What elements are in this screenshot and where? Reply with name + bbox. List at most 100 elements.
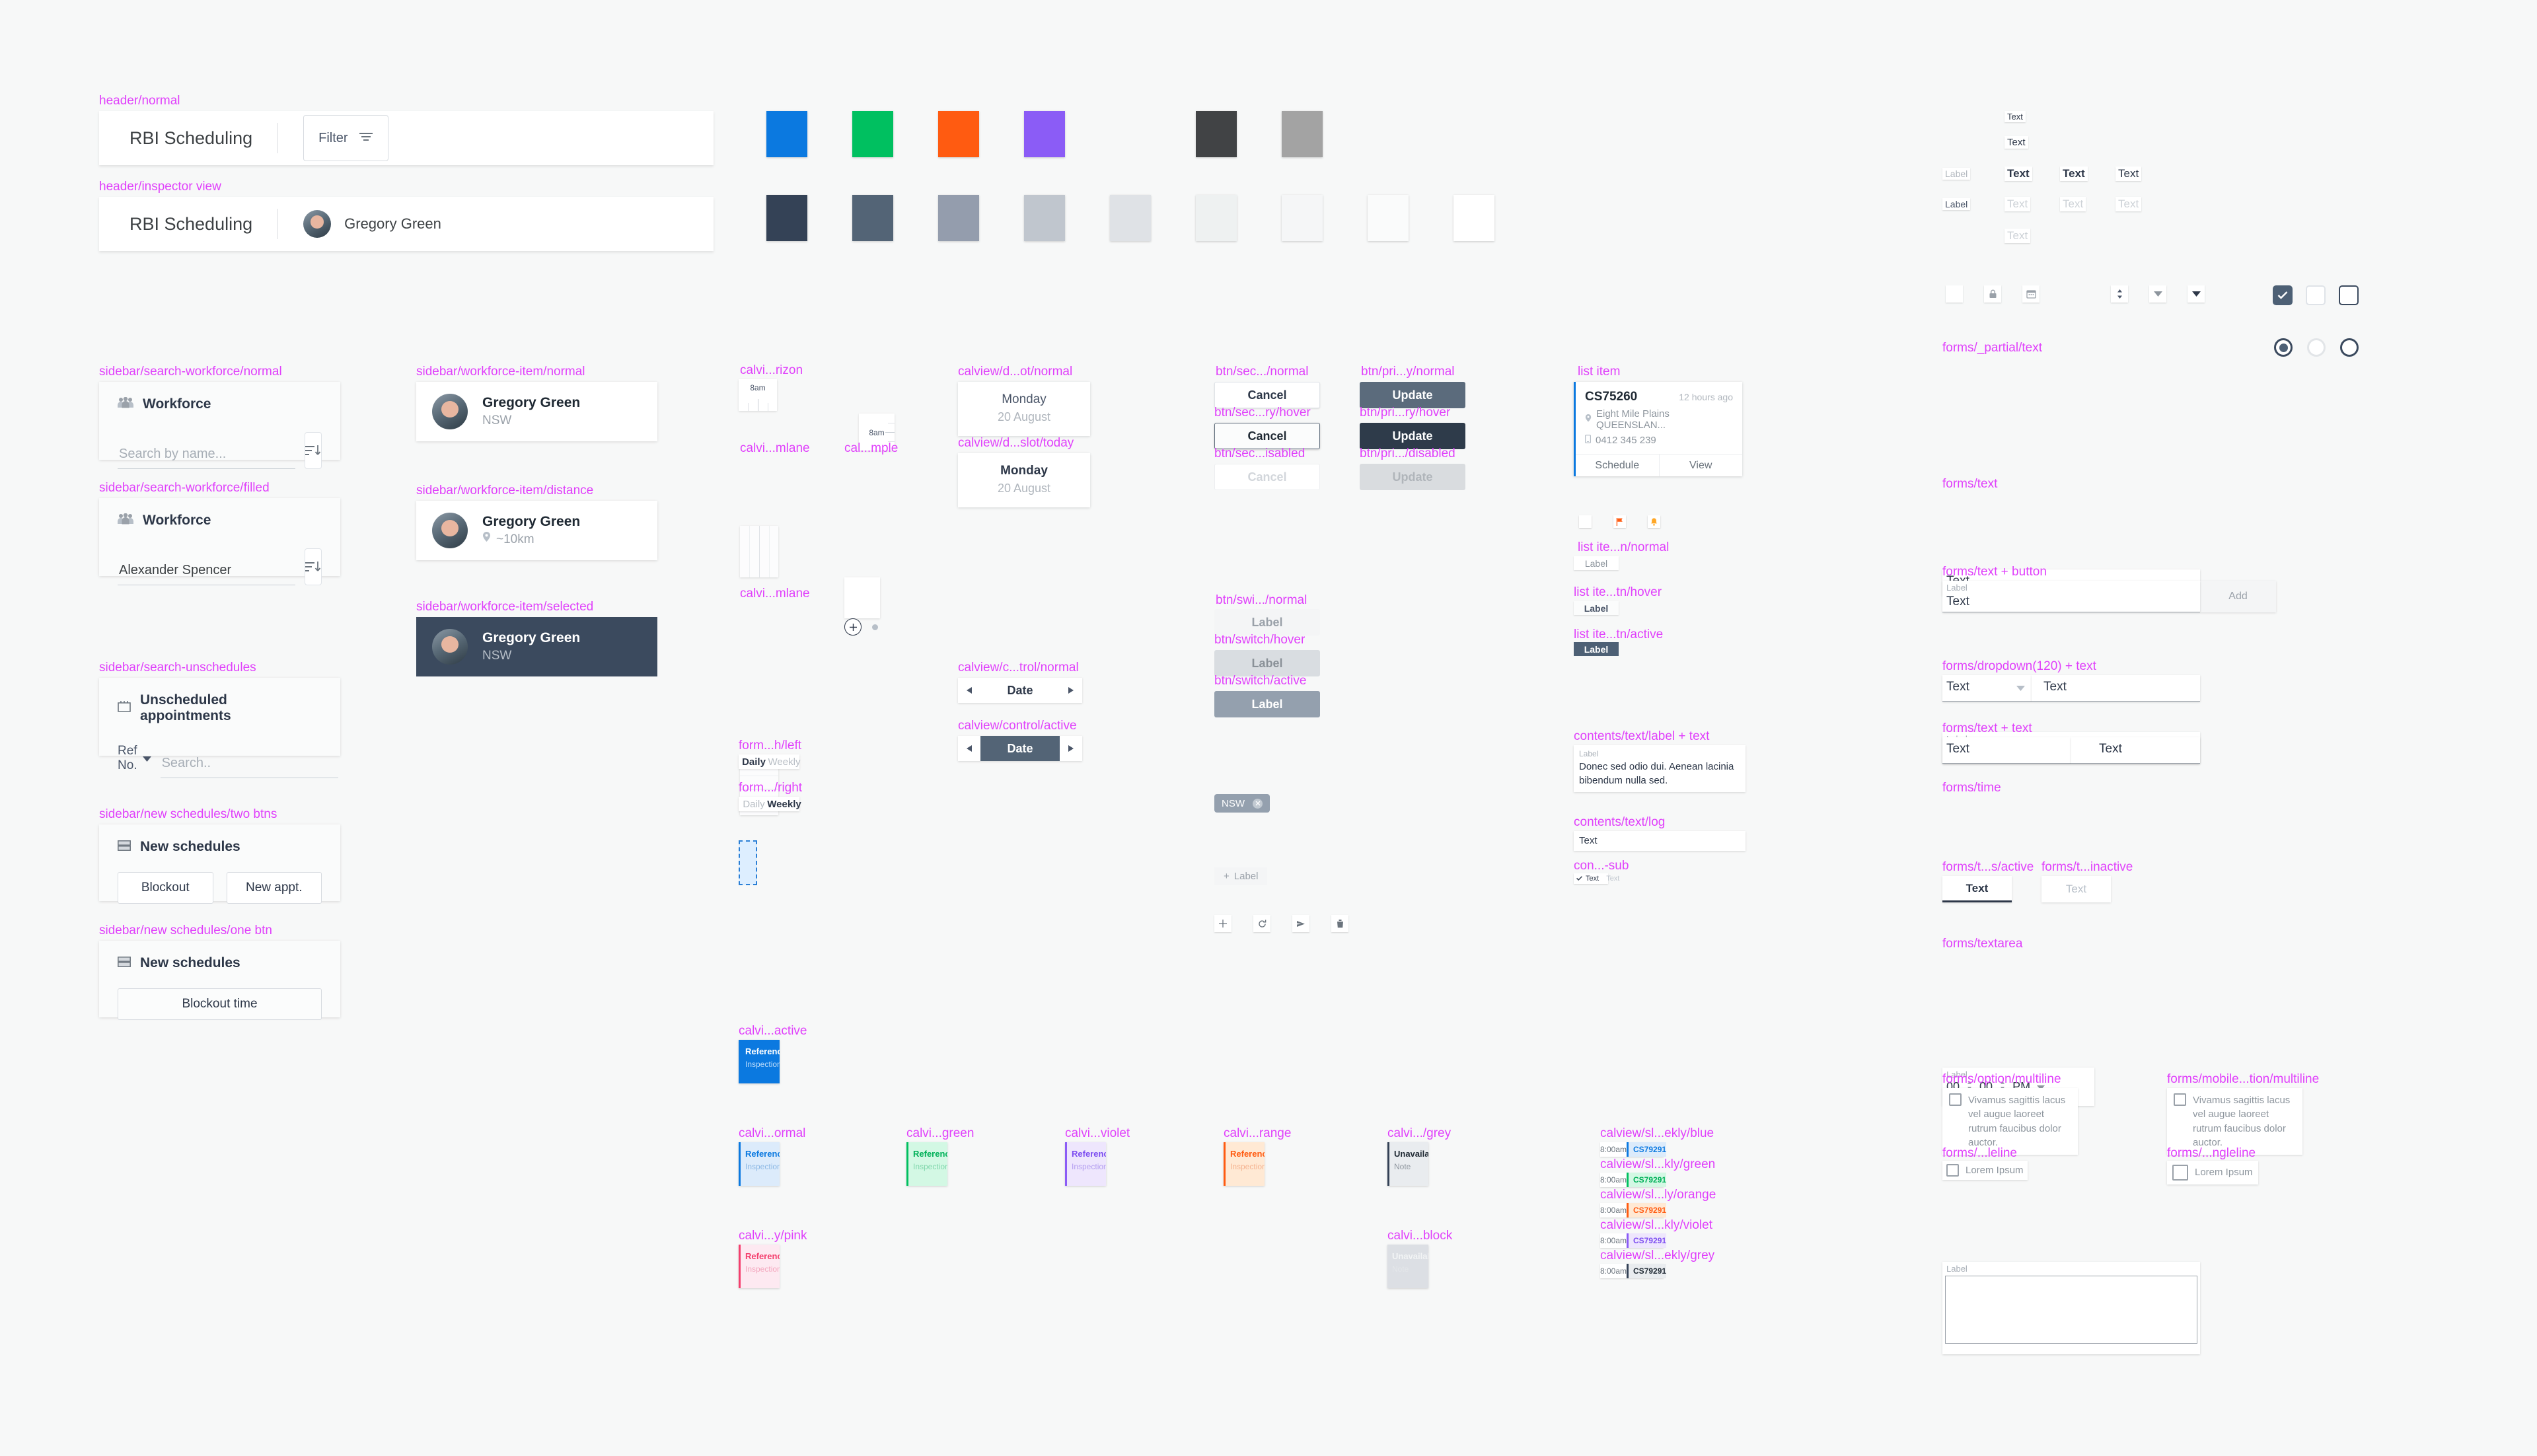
blockout-button[interactable]: Blockout	[118, 872, 213, 904]
sort-button[interactable]	[305, 432, 322, 469]
type-text-disabled-3: Text	[2115, 197, 2142, 211]
forms-dropdown-sibling-text[interactable]: Text	[2032, 675, 2200, 702]
radio-focused[interactable]	[2340, 338, 2359, 357]
weekly-slot-green[interactable]: 8:00am CS79291	[1600, 1173, 1667, 1187]
workforce-item-normal[interactable]: Gregory Green NSW	[416, 382, 657, 441]
toggle-weekly[interactable]: Weekly	[767, 797, 801, 811]
cal-event-violet[interactable]: Reference Inspection ty	[1065, 1142, 1106, 1186]
next-button[interactable]	[1060, 736, 1082, 761]
workforce-item-selected[interactable]: Gregory Green NSW	[416, 617, 657, 676]
blank-square-button[interactable]	[1946, 285, 1963, 303]
header-inspector-layer-label: header/inspector view	[99, 180, 221, 194]
update-button-normal[interactable]: Update	[1360, 382, 1465, 408]
forms-tab-inactive[interactable]: Text	[2041, 876, 2111, 902]
plus-icon-button[interactable]	[1214, 915, 1232, 932]
forms-option-singleline[interactable]: Lorem Ipsum	[1942, 1161, 2028, 1181]
drag-dot-handle[interactable]	[872, 624, 878, 630]
switch-button-active[interactable]: Label	[1214, 691, 1320, 717]
blockout-time-button[interactable]: Blockout time	[118, 988, 322, 1020]
forms-text-button-input[interactable]: Label Text	[1942, 581, 2200, 612]
unscheduled-header: Unscheduled appointments	[118, 692, 322, 724]
toggle-daily[interactable]: Daily	[739, 754, 769, 769]
checkbox-checked[interactable]	[2273, 285, 2293, 305]
forms-dropdown[interactable]: Text	[1942, 675, 2032, 702]
radio-unselected[interactable]	[2307, 338, 2326, 357]
weekly-slot-blue[interactable]: 8:00am CS79291	[1600, 1142, 1667, 1157]
sort-button[interactable]	[305, 548, 322, 585]
control-date-label[interactable]: Date	[980, 736, 1060, 761]
header-user[interactable]: Gregory Green	[303, 210, 441, 238]
cal-event-pink[interactable]: Reference Inspection ty	[739, 1245, 780, 1288]
forms-option-multiline[interactable]: Vivamus sagittis lacus vel augue laoreet…	[1942, 1088, 2078, 1155]
forms-textarea-input[interactable]	[1945, 1276, 2197, 1344]
switch-button-normal[interactable]: Label	[1214, 609, 1320, 636]
list-item-button-active[interactable]: Label	[1574, 642, 1619, 656]
bell-icon-button[interactable]	[1648, 515, 1660, 528]
schedule-action-button[interactable]: Schedule	[1576, 455, 1659, 476]
stepper-icon-button[interactable]	[2111, 285, 2128, 303]
checkbox-unchecked[interactable]	[2306, 285, 2326, 305]
next-button[interactable]	[1060, 678, 1082, 703]
trash-icon-button[interactable]	[1331, 915, 1348, 932]
refresh-icon-button[interactable]	[1253, 915, 1270, 932]
forms-text-text-right[interactable]: Text	[2071, 737, 2200, 764]
radio-selected[interactable]	[2274, 338, 2293, 357]
control-date-label[interactable]: Date	[980, 678, 1060, 703]
filter-button[interactable]: Filter	[303, 115, 388, 161]
list-item-button-normal[interactable]: Label	[1574, 556, 1619, 570]
workforce-item-distance[interactable]: Gregory Green ~10km	[416, 501, 657, 560]
list-item-card[interactable]: CS75260 12 hours ago Eight Mile Plains Q…	[1574, 382, 1742, 476]
cal-event-grey[interactable]: Unavailable Note	[1387, 1142, 1428, 1186]
prev-button[interactable]	[958, 678, 980, 703]
weekly-slot-time: 8:00am	[1600, 1264, 1627, 1278]
weekly-slot-grey[interactable]: 8:00am CS79291	[1600, 1264, 1667, 1278]
cal-event-green[interactable]: Reference Inspection ty	[906, 1142, 947, 1186]
cancel-button-normal[interactable]: Cancel	[1214, 382, 1320, 408]
forms-add-button[interactable]: Add	[2200, 581, 2276, 612]
cal-event-active[interactable]: Reference Inspection ty	[739, 1040, 780, 1083]
type-text-md-bold: Text	[2004, 166, 2032, 181]
send-icon-button[interactable]	[1292, 915, 1309, 932]
weekly-slot-ref: CS79291	[1627, 1233, 1667, 1248]
calview-dateslot-today[interactable]: Monday 20 August	[958, 453, 1090, 507]
flag-icon-button[interactable]	[1613, 515, 1626, 528]
state-chip-nsw[interactable]: NSW	[1214, 794, 1270, 813]
checkbox[interactable]	[1946, 1164, 1959, 1177]
toggle-daily[interactable]: Daily	[739, 797, 769, 811]
forms-mobile-option-multiline[interactable]: Vivamus sagittis lacus vel augue laoreet…	[2167, 1088, 2302, 1155]
plus-circle-icon[interactable]	[844, 618, 862, 636]
add-label-button[interactable]: + Label	[1214, 867, 1268, 885]
search-input[interactable]	[118, 443, 295, 469]
forms-mobile-option-singleline[interactable]: Lorem Ipsum	[2167, 1161, 2258, 1184]
chevron-down-icon-button-light[interactable]	[2149, 285, 2166, 303]
weekly-slot-violet[interactable]: 8:00am CS79291	[1600, 1233, 1667, 1248]
chevron-down-icon-button-dark[interactable]	[2188, 285, 2205, 303]
search-input-filled[interactable]	[118, 559, 295, 585]
lock-icon-button[interactable]	[1984, 285, 2001, 303]
checkbox[interactable]	[2174, 1093, 2186, 1106]
cal-event-orange[interactable]: Reference Inspection ty	[1224, 1142, 1265, 1186]
forms-tab-active[interactable]: Text	[1942, 876, 2012, 902]
checkbox-focused[interactable]	[2339, 285, 2359, 305]
new-appt-button[interactable]: New appt.	[226, 872, 322, 904]
checkbox[interactable]	[2172, 1165, 2188, 1181]
update-button-hover[interactable]: Update	[1360, 423, 1465, 449]
close-icon[interactable]	[1253, 798, 1263, 809]
list-item-button-hover[interactable]: Label	[1574, 601, 1619, 615]
cal-event-blue[interactable]: Reference Inspection ty	[739, 1142, 780, 1186]
checkbox[interactable]	[1949, 1093, 1962, 1106]
calview-dateslot-normal[interactable]: Monday 20 August	[958, 382, 1090, 436]
weekly-slot-orange[interactable]: 8:00am CS79291	[1600, 1203, 1667, 1218]
ref-search-input[interactable]	[160, 752, 338, 778]
cancel-button-hover[interactable]: Cancel	[1214, 423, 1320, 449]
blank-icon-button[interactable]	[1579, 515, 1592, 528]
add-event-control[interactable]	[844, 618, 878, 636]
forms-text-text-left[interactable]: Text	[1942, 737, 2071, 764]
prev-button[interactable]	[958, 736, 980, 761]
view-action-button[interactable]: View	[1658, 455, 1743, 476]
ref-no-dropdown[interactable]: Ref No.	[118, 744, 151, 778]
calendar-icon-button[interactable]	[2022, 285, 2040, 303]
switch-button-hover[interactable]: Label	[1214, 650, 1320, 676]
cal-event-block[interactable]: Unavailable Note	[1387, 1245, 1428, 1288]
toggle-weekly[interactable]: Weekly	[768, 754, 800, 769]
